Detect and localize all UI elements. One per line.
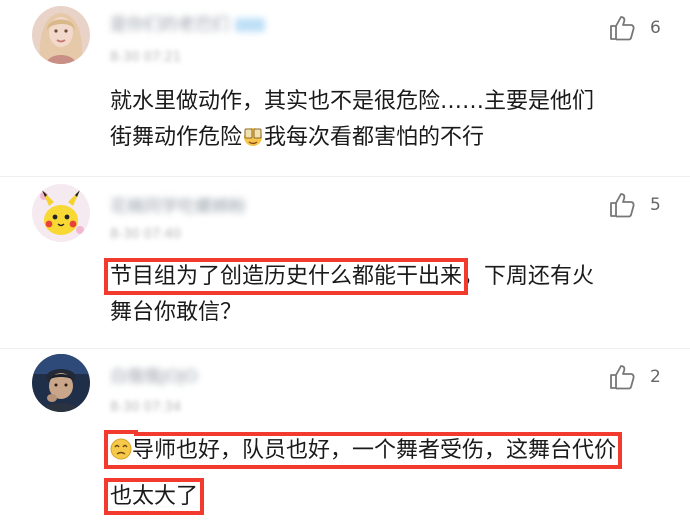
like-button[interactable]: 5 [608, 191, 661, 219]
like-button[interactable]: 2 [608, 363, 661, 391]
thumbs-up-icon [610, 365, 635, 390]
timestamp: 8-30 07:34 [110, 400, 182, 415]
highlighted-text: 也太大了 [103, 478, 205, 515]
timestamp: 8-30 07:21 [110, 50, 182, 65]
like-button[interactable]: 6 [608, 14, 661, 42]
avatar[interactable] [32, 184, 90, 242]
comment-item: 是你们的老巴们 8-30 07:21 6 就水里做动作，其实也不是很危险……主要… [0, 0, 690, 176]
cheers-emoji [242, 123, 264, 146]
thumbs-up-icon [610, 16, 635, 41]
username[interactable]: 花楠同学吃螺蛳粉 [110, 192, 246, 217]
like-count: 6 [650, 18, 661, 38]
like-count: 2 [650, 367, 661, 387]
comment-item: 白俄俄JOJO 8-30 07:34 2 导师也好，队员也好，一个舞者受伤，这舞… [0, 348, 690, 521]
comment-text: 导师也好，队员也好，一个舞者受伤，这舞台代价 也太大了 [103, 432, 670, 515]
avatar[interactable] [32, 354, 90, 412]
highlighted-text: 节目组为了创造历史什么都能干出来 [103, 258, 469, 295]
like-count: 5 [650, 195, 661, 215]
username[interactable]: 是你们的老巴们 [110, 10, 265, 35]
thumbs-up-icon [610, 193, 635, 218]
username[interactable]: 白俄俄JOJO [110, 362, 198, 387]
vip-badge [235, 18, 265, 32]
comment-feed: 是你们的老巴们 8-30 07:21 6 就水里做动作，其实也不是很危险……主要… [0, 0, 690, 521]
timestamp: 8-30 07:40 [110, 227, 182, 242]
pleading-emoji [110, 436, 132, 460]
comment-text: 节目组为了创造历史什么都能干出来，下周还有火 舞台你敢信？ [103, 258, 595, 325]
highlighted-text: 导师也好，队员也好，一个舞者受伤，这舞台代价 [103, 432, 623, 469]
avatar[interactable] [32, 6, 90, 64]
comment-item: 花楠同学吃螺蛳粉 8-30 07:40 5 节目组为了创造历史什么都能干出来，下… [0, 176, 690, 348]
comment-text: 就水里做动作，其实也不是很危险……主要是他们 街舞动作危险 我每次看都害怕的不行 [110, 89, 595, 150]
